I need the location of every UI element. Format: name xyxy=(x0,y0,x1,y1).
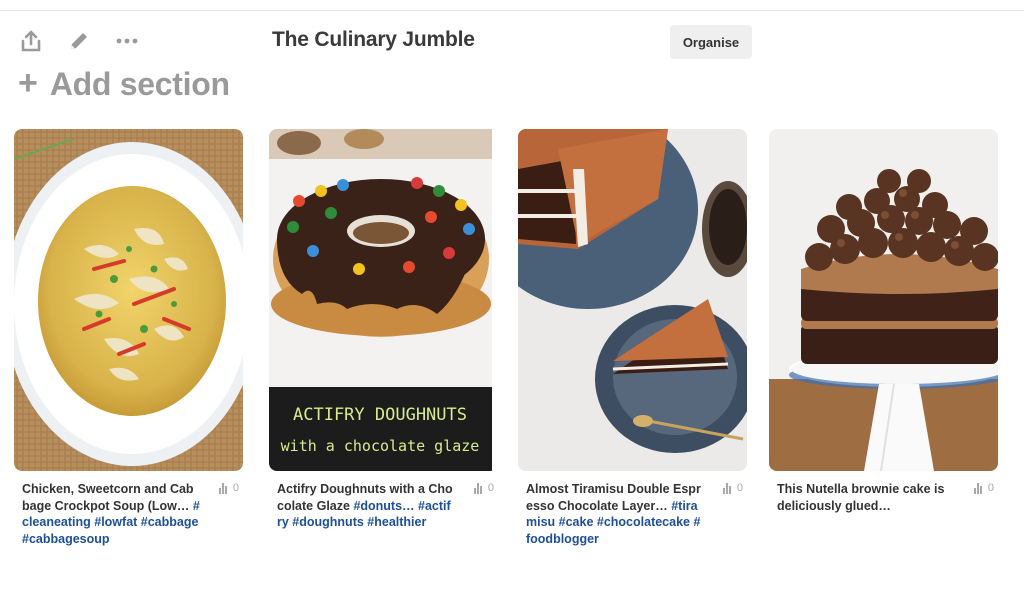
image-caption-line-2: with a chocolate glaze xyxy=(281,437,480,455)
add-section-button[interactable]: + Add section xyxy=(18,66,230,103)
pin-description[interactable]: Chicken, Sweetcorn and Cabbage Crockpot … xyxy=(22,481,200,547)
pin-card[interactable]: This Nutella brownie cake is deliciously… xyxy=(769,129,998,514)
pin-image-tiramisu[interactable] xyxy=(518,129,747,471)
pin-image-doughnut[interactable]: ACTIFRY DOUGHNUTS with a chocolate glaze xyxy=(269,129,498,471)
pin-card[interactable]: ACTIFRY DOUGHNUTS with a chocolate glaze… xyxy=(269,129,498,531)
stats-bar-icon xyxy=(473,482,482,494)
stats-count: 0 xyxy=(987,482,994,494)
pin-meta: Actifry Doughnuts with a Chocolate Glaze… xyxy=(269,481,498,531)
top-divider xyxy=(0,10,1024,11)
pin-meta: Chicken, Sweetcorn and Cabbage Crockpot … xyxy=(14,481,243,547)
stats-bar-icon xyxy=(218,482,227,494)
pin-meta: Almost Tiramisu Double Espresso Chocolat… xyxy=(518,481,747,547)
pin-stats: 0 xyxy=(473,482,494,494)
board-toolbar xyxy=(18,28,140,54)
pin-description[interactable]: This Nutella brownie cake is deliciously… xyxy=(777,481,955,514)
board-title: The Culinary Jumble xyxy=(272,28,475,51)
more-options-icon[interactable] xyxy=(114,28,140,54)
pin-stats: 0 xyxy=(218,482,239,494)
image-caption-line-1: ACTIFRY DOUGHNUTS xyxy=(293,405,467,425)
organise-button[interactable]: Organise xyxy=(670,25,752,59)
stats-bar-icon xyxy=(722,482,731,494)
stats-count: 0 xyxy=(487,482,494,494)
pin-grid: Chicken, Sweetcorn and Cabbage Crockpot … xyxy=(14,129,1024,599)
pin-description[interactable]: Almost Tiramisu Double Espresso Chocolat… xyxy=(526,481,704,547)
pin-meta: This Nutella brownie cake is deliciously… xyxy=(769,481,998,514)
pin-stats: 0 xyxy=(973,482,994,494)
stats-count: 0 xyxy=(736,482,743,494)
stats-bar-icon xyxy=(973,482,982,494)
plus-icon: + xyxy=(18,63,38,102)
share-icon[interactable] xyxy=(18,28,44,54)
add-section-label: Add section xyxy=(49,66,230,102)
edit-pencil-icon[interactable] xyxy=(66,28,92,54)
pin-description[interactable]: Actifry Doughnuts with a Chocolate Glaze… xyxy=(277,481,455,531)
pin-card[interactable]: Almost Tiramisu Double Espresso Chocolat… xyxy=(518,129,747,547)
stats-count: 0 xyxy=(232,482,239,494)
pin-card[interactable]: Chicken, Sweetcorn and Cabbage Crockpot … xyxy=(14,129,243,547)
pin-stats: 0 xyxy=(722,482,743,494)
pin-image-nutella-cake[interactable] xyxy=(769,129,998,471)
pin-image-soup[interactable] xyxy=(14,129,243,471)
